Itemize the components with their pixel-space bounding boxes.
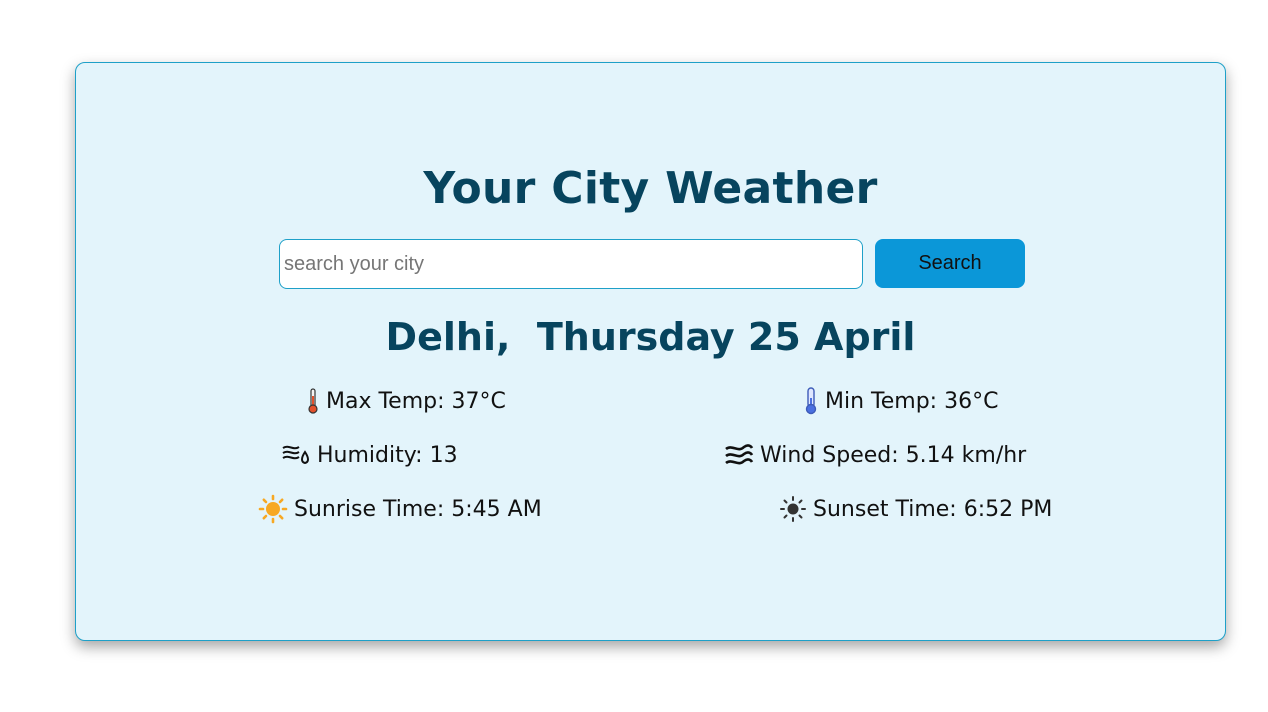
- sunrise-label: Sunrise Time:: [294, 496, 445, 522]
- wind-speed-label: Wind Speed:: [760, 442, 899, 468]
- min-temp-label: Min Temp:: [825, 388, 938, 414]
- max-temp-stat: Max Temp: 37°C: [306, 385, 506, 417]
- thermometer-cold-icon: [803, 386, 819, 416]
- min-temp-value: 36°C: [944, 388, 999, 414]
- sunset-label: Sunset Time:: [813, 496, 957, 522]
- humidity-value: 13: [429, 442, 458, 468]
- thermometer-hot-icon: [306, 387, 320, 415]
- sun-outline-icon: [779, 495, 807, 523]
- sunset-stat: Sunset Time: 6:52 PM: [779, 493, 1052, 525]
- sunset-value: 6:52 PM: [963, 496, 1053, 522]
- search-button[interactable]: Search: [875, 239, 1025, 288]
- humidity-label: Humidity:: [317, 442, 423, 468]
- max-temp-label: Max Temp:: [326, 388, 445, 414]
- city-name: Delhi,: [385, 315, 511, 359]
- wind-waves-icon: [724, 442, 754, 468]
- max-temp-value: 37°C: [451, 388, 506, 414]
- search-input[interactable]: [279, 239, 863, 289]
- location-date-heading: Delhi, Thursday 25 April: [76, 311, 1225, 363]
- wind-speed-stat: Wind Speed: 5.14 km/hr: [724, 439, 1026, 471]
- current-date: Thursday 25 April: [536, 315, 916, 359]
- humidity-wind-icon: [281, 442, 311, 468]
- humidity-stat: Humidity: 13: [281, 439, 458, 471]
- weather-card: Your City Weather Search Delhi, Thursday…: [75, 62, 1226, 641]
- sunrise-stat: Sunrise Time: 5:45 AM: [258, 493, 542, 525]
- min-temp-stat: Min Temp: 36°C: [803, 385, 998, 417]
- wind-speed-value: 5.14 km/hr: [905, 442, 1027, 468]
- page-title: Your City Weather: [423, 163, 878, 214]
- sun-icon: [258, 494, 288, 524]
- sunrise-value: 5:45 AM: [451, 496, 542, 522]
